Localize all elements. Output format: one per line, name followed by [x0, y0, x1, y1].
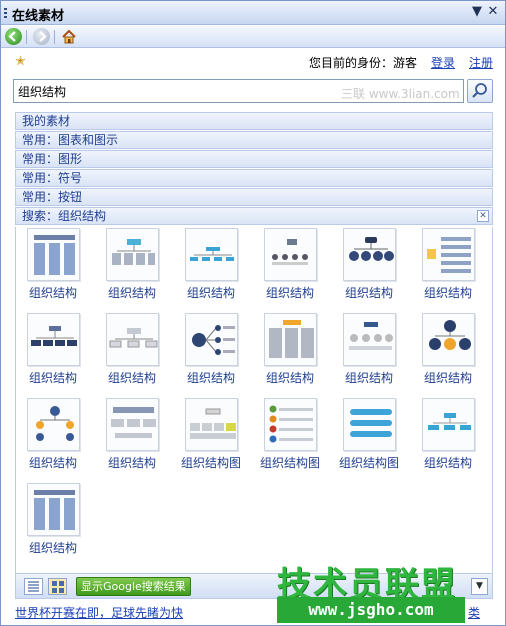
list-view-icon[interactable] [24, 578, 43, 595]
toolbar-separator [26, 30, 27, 44]
close-icon[interactable]: ✕ [485, 4, 501, 20]
gallery-item-label: 组织结构 [265, 371, 314, 385]
back-icon[interactable] [5, 28, 22, 45]
org-chart-thumbnail[interactable] [422, 228, 475, 281]
org-chart-thumbnail[interactable] [27, 483, 80, 536]
promo-link[interactable]: 世界杯开赛在即，足球先睹为快 [15, 604, 183, 621]
gallery-item-label: 组织结构 [423, 371, 472, 385]
identity-bar: 您目前的身份：游客 登录 注册 [309, 54, 493, 71]
drag-grip-icon[interactable] [4, 8, 7, 19]
thumbnail-view-icon[interactable] [48, 578, 67, 595]
home-icon[interactable] [61, 29, 77, 45]
org-chart-thumbnail[interactable] [343, 398, 396, 451]
search-results-gallery: 组织结构 组织结构 组织结构 组织结构 组织结构 组织结构 组织结构 组织结构 组织结构 组织结构… [15, 227, 493, 573]
search-box [13, 79, 464, 103]
org-chart-thumbnail[interactable] [27, 398, 80, 451]
title-bar: 在线素材 ▼ ✕ [1, 1, 505, 25]
search-icon [472, 83, 487, 98]
category-search-results[interactable]: 搜索：组织结构 ✕ [15, 207, 493, 225]
org-chart-thumbnail[interactable] [264, 228, 317, 281]
gallery-item-label: 组织结构 [28, 541, 77, 555]
gallery-item-label: 组织结构 [107, 456, 156, 470]
category-label: 常用：图表和图示 [22, 133, 119, 147]
nav-toolbar [1, 26, 505, 48]
url-watermark: www.jsgho.com [277, 597, 465, 623]
category-label: 常用：按钮 [22, 190, 83, 204]
gallery-item-label: 组织结构 [28, 371, 77, 385]
register-link[interactable]: 注册 [469, 56, 493, 70]
category-my-clipart[interactable]: 我的素材 [15, 112, 493, 130]
org-chart-thumbnail[interactable] [343, 228, 396, 281]
category-charts[interactable]: 常用：图表和图示 [15, 131, 493, 149]
forward-icon[interactable] [33, 28, 50, 45]
dropdown-arrow-icon[interactable]: ▼ [471, 578, 488, 595]
gallery-item-label: 组织结构 [423, 456, 472, 470]
chevron-down-icon[interactable]: ▼ [469, 4, 485, 20]
org-chart-thumbnail[interactable] [264, 313, 317, 366]
gallery-item-label: 组织结构图 [338, 456, 399, 470]
gallery-item-label: 组织结构 [344, 371, 393, 385]
org-chart-thumbnail[interactable] [106, 398, 159, 451]
category-label: 我的素材 [22, 114, 71, 128]
org-chart-thumbnail[interactable] [106, 228, 159, 281]
search-input[interactable] [14, 80, 463, 102]
category-label: 常用：符号 [22, 171, 83, 185]
org-chart-thumbnail[interactable] [27, 313, 80, 366]
org-chart-thumbnail[interactable] [185, 398, 238, 451]
pin-star-icon: ✭ [15, 54, 26, 69]
login-link[interactable]: 登录 [431, 56, 455, 70]
category-label: 常用：图形 [22, 152, 83, 166]
online-clipart-pane: 在线素材 ▼ ✕ ✭ 您目前的身份：游客登录注册 三联 www.3lian.co… [0, 0, 506, 626]
category-shapes[interactable]: 常用：图形 [15, 150, 493, 168]
close-search-icon[interactable]: ✕ [477, 210, 489, 222]
gallery-item-label: 组织结构 [107, 286, 156, 300]
category-buttons[interactable]: 常用：按钮 [15, 188, 493, 206]
category-link[interactable]: 类 [468, 604, 480, 621]
org-chart-thumbnail[interactable] [185, 313, 238, 366]
org-chart-thumbnail[interactable] [422, 398, 475, 451]
gallery-item-label: 组织结构图 [180, 456, 241, 470]
gallery-item-label: 组织结构 [107, 371, 156, 385]
org-chart-thumbnail[interactable] [422, 313, 475, 366]
gallery-item-label: 组织结构 [186, 286, 235, 300]
gallery-item-label: 组织结构图 [259, 456, 320, 470]
category-symbols[interactable]: 常用：符号 [15, 169, 493, 187]
org-chart-thumbnail[interactable] [343, 313, 396, 366]
gallery-item-label: 组织结构 [344, 286, 393, 300]
gallery-item-label: 组织结构 [28, 286, 77, 300]
org-chart-thumbnail[interactable] [27, 228, 80, 281]
gallery-item-label: 组织结构 [28, 456, 77, 470]
search-button[interactable] [467, 79, 493, 103]
identity-text: 您目前的身份：游客 [308, 56, 417, 70]
org-chart-thumbnail[interactable] [185, 228, 238, 281]
org-chart-thumbnail[interactable] [264, 398, 317, 451]
org-chart-thumbnail[interactable] [106, 313, 159, 366]
category-label: 搜索：组织结构 [22, 209, 107, 223]
pane-title: 在线素材 [12, 9, 65, 24]
show-google-results-button[interactable]: 显示Google搜索结果 [76, 577, 191, 596]
gallery-item-label: 组织结构 [423, 286, 472, 300]
gallery-item-label: 组织结构 [186, 371, 235, 385]
gallery-item-label: 组织结构 [265, 286, 314, 300]
toolbar-separator [54, 30, 55, 44]
